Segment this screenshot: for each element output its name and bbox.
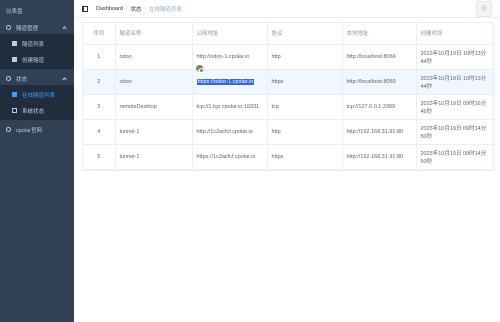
column-header-protocol: 协议 — [267, 23, 343, 45]
sidebar-item-label: 隧道管理 — [16, 25, 39, 32]
table-header-row: 序列 隧道名称 公网地址 协议 本地地址 创建时间 — [83, 23, 495, 45]
column-header-name: 隧道名称 — [115, 23, 193, 45]
edit-icon — [12, 57, 17, 62]
avatar[interactable] — [476, 1, 492, 17]
cell-index: 5 — [83, 144, 116, 170]
cell-protocol: tcp — [267, 94, 343, 120]
cell-public-url[interactable]: https://1c2acfcf.cpolar.io — [192, 144, 268, 170]
cell-public-url[interactable]: https://odoo-1.cpolar.io — [192, 69, 268, 95]
cell-protocol: https — [267, 144, 343, 170]
cell-index: 4 — [83, 119, 116, 145]
sidebar-item-create-tunnel[interactable]: 创建隧道 — [0, 53, 74, 66]
list-icon — [12, 92, 17, 97]
table-row[interactable]: 5 tunnel-1 https://1c2acfcf.cpolar.io ht… — [83, 144, 495, 170]
cell-name: tunnel-1 — [115, 144, 193, 170]
cell-created-at: 2023年10月19日 10时13分44秒 — [416, 69, 495, 95]
column-header-index: 序列 — [83, 23, 116, 45]
sidebar-item-label: 创建隧道 — [22, 57, 45, 64]
sidebar-item-label: 隧道列表 — [22, 41, 45, 48]
sidebar-item-dashboard[interactable]: 仪表盘 — [0, 0, 74, 21]
cell-created-at: 2023年10月19日 10时13分44秒 — [416, 44, 495, 70]
cell-index: 3 — [83, 94, 116, 120]
cell-local-address: tcp://127.0.0.1:3389 — [342, 94, 417, 120]
sidebar-group-tunnel-management[interactable]: 隧道管理 — [0, 21, 74, 34]
list-icon — [12, 41, 17, 46]
table-row[interactable]: 3 remoteDesktop tcp://1.tcp.cpolar.io:10… — [83, 94, 495, 120]
cell-public-url[interactable]: tcp://1.tcp.cpolar.io:10331 — [192, 94, 268, 120]
breadcrumb-status[interactable]: 状态 — [130, 5, 141, 13]
breadcrumb: Dashboard / 状态 / 在线隧道列表 — [96, 5, 182, 13]
cell-local-address: http://192.168.31.91:80 — [342, 144, 417, 170]
cell-local-address: http://localhost:8069 — [342, 44, 417, 70]
cell-name: odoo — [115, 44, 193, 70]
cell-protocol: http — [267, 44, 343, 70]
breadcrumb-dashboard[interactable]: Dashboard — [96, 6, 123, 12]
column-header-public-url: 公网地址 — [192, 23, 268, 45]
navbar: Dashboard / 状态 / 在线隧道列表 — [74, 0, 500, 18]
chevron-up-icon — [62, 77, 67, 82]
cell-name: tunnel-1 — [115, 119, 193, 145]
table-row[interactable]: 4 tunnel-1 http://1c2acfcf.cpolar.io htt… — [83, 119, 495, 145]
column-header-created-at: 创建时间 — [416, 23, 495, 45]
globe-icon — [6, 127, 11, 132]
browser-icon — [195, 64, 204, 73]
sidebar-item-tunnel-list[interactable]: 隧道列表 — [0, 37, 74, 50]
cell-index: 2 — [83, 69, 116, 95]
gear-icon — [6, 25, 11, 30]
breadcrumb-separator: / — [144, 5, 146, 12]
sidebar-item-label: 在线隧道列表 — [22, 92, 56, 99]
cell-protocol: https — [267, 69, 343, 95]
selected-text[interactable]: https://odoo-1.cpolar.io — [196, 78, 255, 85]
sidebar: 仪表盘 隧道管理 隧道列表 创建隧道 状态 在线隧道列表 系统状态 cpolar… — [0, 0, 74, 322]
sidebar-group-status[interactable]: 状态 — [0, 72, 74, 85]
sidebar-item-label: 状态 — [16, 76, 28, 83]
cell-index: 1 — [83, 44, 116, 70]
breadcrumb-separator: / — [125, 5, 128, 12]
sidebar-item-cpolar-site[interactable]: cpolar官网 — [0, 123, 74, 136]
sidebar-item-online-tunnels[interactable]: 在线隧道列表 — [0, 88, 74, 101]
cell-created-at: 2023年10月19日 09时14分50秒 — [416, 119, 495, 145]
cell-created-at: 2023年10月19日 09时16分46秒 — [416, 94, 495, 120]
tunnel-table: 序列 隧道名称 公网地址 协议 本地地址 创建时间 1 odoo http://… — [82, 22, 495, 171]
cell-local-address: http://localhost:8069 — [342, 69, 417, 95]
sidebar-item-label: 系统状态 — [22, 108, 45, 115]
column-header-local-address: 本地地址 — [342, 23, 417, 45]
cell-public-url[interactable]: http://1c2acfcf.cpolar.io — [192, 119, 268, 145]
sidebar-item-label: cpolar官网 — [16, 127, 42, 134]
cell-local-address: http://192.168.31.91:80 — [342, 119, 417, 145]
sidebar-item-label: 仪表盘 — [6, 8, 23, 15]
breadcrumb-current: 在线隧道列表 — [149, 6, 183, 13]
gear-icon — [6, 76, 11, 81]
table-row[interactable]: 2 odoo https://odoo-1.cpolar.io https ht… — [83, 69, 495, 95]
cell-created-at: 2023年10月19日 09时14分50秒 — [416, 144, 495, 170]
cell-name: remoteDesktop — [115, 94, 193, 120]
hamburger-icon[interactable] — [82, 5, 88, 12]
table-row[interactable]: 1 odoo http://odoo-1.cpolar.io http http… — [83, 44, 495, 70]
cell-name: odoo — [115, 69, 193, 95]
cell-protocol: http — [267, 119, 343, 145]
sidebar-item-system-status[interactable]: 系统状态 — [0, 104, 74, 117]
chevron-up-icon — [62, 26, 67, 31]
monitor-icon — [12, 108, 17, 113]
